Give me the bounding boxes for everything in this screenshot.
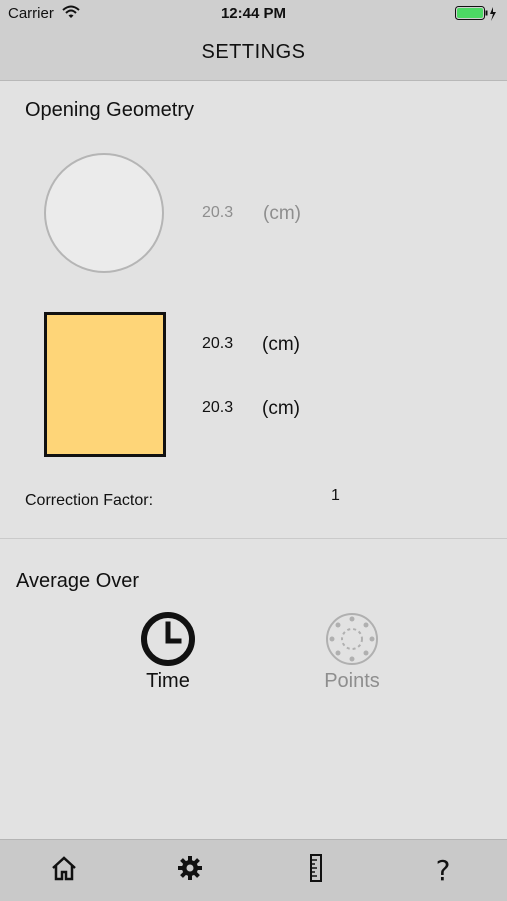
gear-icon: [177, 855, 203, 886]
average-over-points-button[interactable]: Points: [316, 610, 388, 693]
average-over-title: Average Over: [16, 570, 140, 592]
navigation-bar: SETTINGS: [0, 28, 507, 81]
time-option-label: Time: [146, 670, 190, 692]
status-time: 12:44 PM: [220, 5, 287, 22]
rectangle-width-unit: (cm): [262, 334, 300, 355]
circle-diameter-value[interactable]: 20.3: [202, 204, 233, 222]
circle-diameter-unit: (cm): [263, 203, 301, 224]
rectangle-width-value[interactable]: 20.3: [202, 335, 233, 353]
rectangle-height-unit: (cm): [262, 398, 300, 419]
circle-geometry-option[interactable]: [44, 153, 164, 273]
average-over-time-button[interactable]: Time: [133, 610, 203, 693]
battery-charging-icon: [455, 6, 497, 26]
help-icon: ?: [435, 853, 451, 887]
opening-geometry-title: Opening Geometry: [25, 99, 194, 121]
tab-measure[interactable]: [296, 850, 336, 890]
tab-settings[interactable]: [170, 850, 210, 890]
correction-factor-label: Correction Factor:: [25, 492, 154, 509]
points-option-label: Points: [324, 670, 380, 692]
ruler-icon: [308, 853, 324, 887]
status-bar: Carrier 12:44 PM: [0, 0, 507, 28]
correction-factor-value[interactable]: 1: [331, 487, 340, 505]
section-divider: [0, 538, 507, 539]
page-title: SETTINGS: [201, 41, 306, 63]
rectangle-geometry-option[interactable]: [44, 312, 166, 457]
home-icon: [51, 855, 77, 886]
clock-icon: [133, 610, 203, 668]
points-icon: [316, 610, 388, 668]
tab-bar: ?: [0, 839, 507, 901]
rectangle-height-value[interactable]: 20.3: [202, 399, 233, 417]
tab-help[interactable]: ?: [423, 850, 463, 890]
tab-home[interactable]: [44, 850, 84, 890]
